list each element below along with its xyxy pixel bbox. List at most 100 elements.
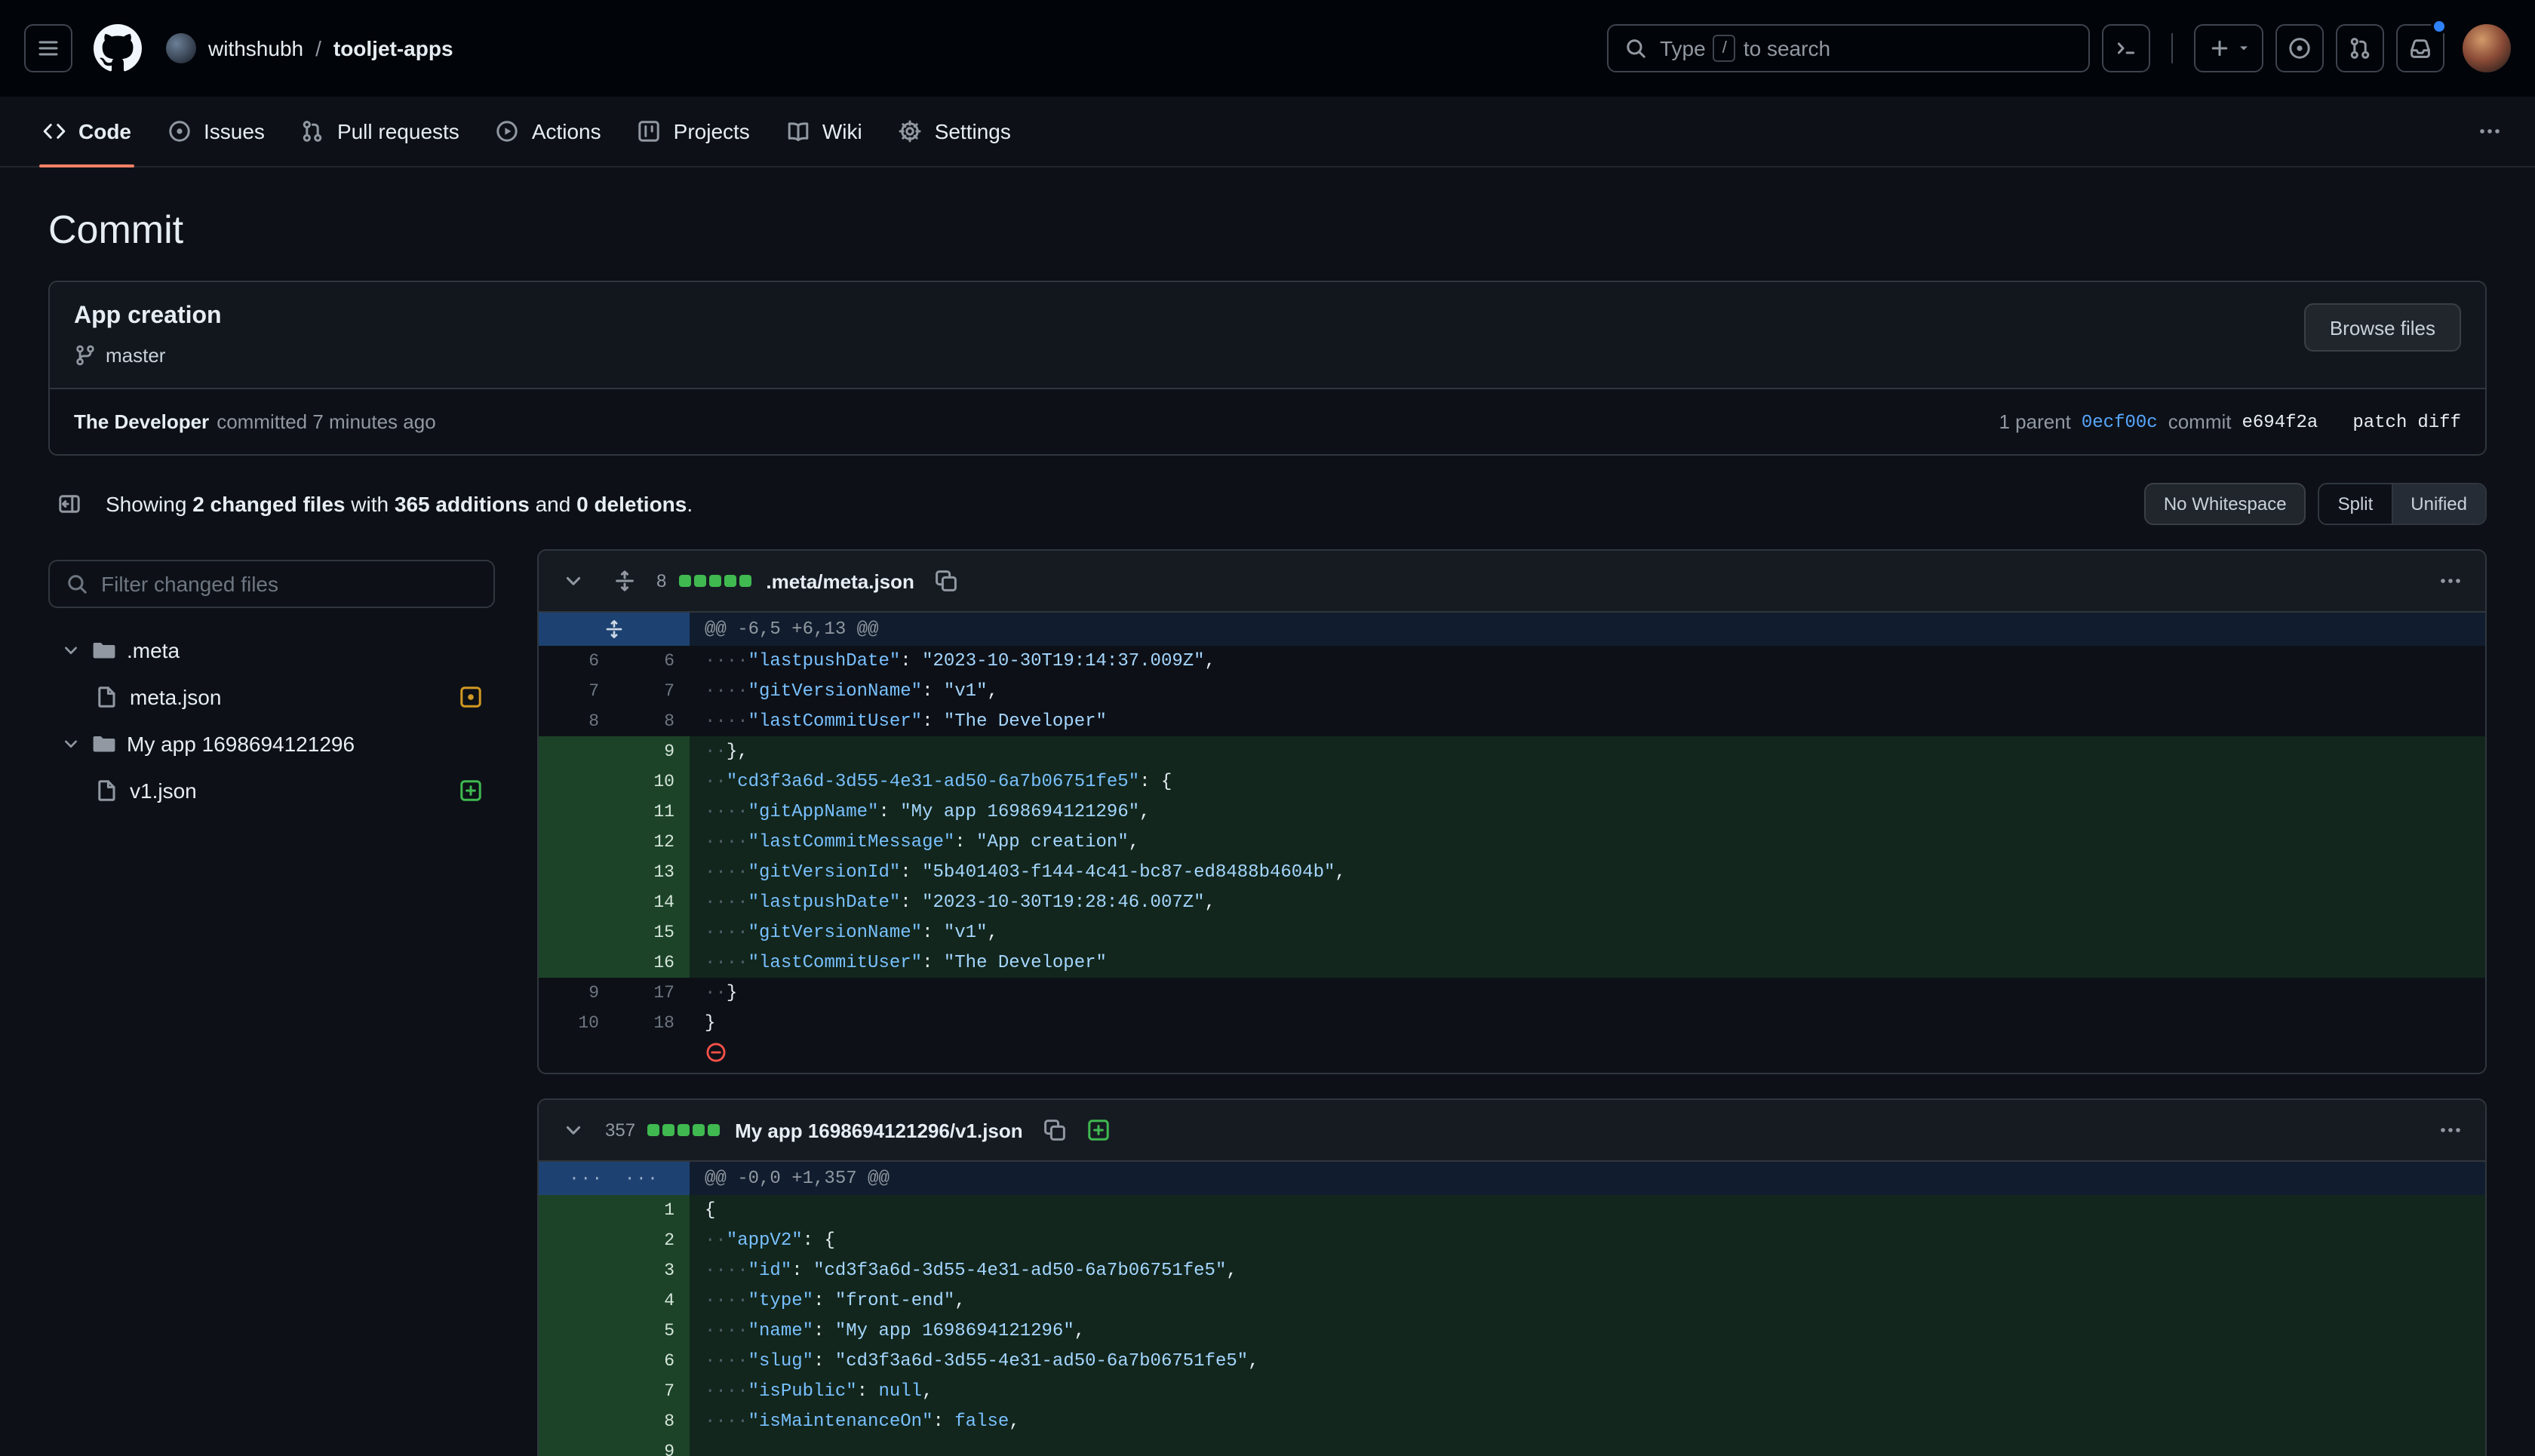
- collapse-file-tree-button[interactable]: [48, 483, 91, 525]
- old-line-number[interactable]: [539, 1225, 614, 1255]
- tab-settings[interactable]: Settings: [880, 97, 1029, 166]
- hamburger-menu-button[interactable]: [24, 24, 72, 72]
- old-line-number[interactable]: [539, 1406, 614, 1436]
- old-line-number[interactable]: [539, 1255, 614, 1286]
- old-line-number[interactable]: [539, 827, 614, 857]
- tree-item-v1-json[interactable]: v1.json: [48, 766, 495, 813]
- expand-hunk-button[interactable]: [539, 613, 690, 646]
- new-line-number[interactable]: 11: [614, 797, 690, 827]
- old-line-number[interactable]: [539, 736, 614, 766]
- diff-filename[interactable]: .meta/meta.json: [766, 570, 914, 592]
- expand-hunk-button[interactable]: ······: [539, 1162, 690, 1195]
- unfold-icon: [613, 569, 637, 593]
- code-icon: [42, 119, 66, 143]
- new-line-number[interactable]: 1: [614, 1195, 690, 1225]
- old-line-number[interactable]: 10: [539, 1008, 614, 1038]
- tree-item-meta[interactable]: .meta: [48, 626, 495, 673]
- new-line-number[interactable]: 7: [614, 676, 690, 706]
- search-input[interactable]: Type / to search: [1607, 24, 2090, 72]
- create-new-button[interactable]: [2194, 24, 2263, 72]
- user-avatar[interactable]: [2463, 24, 2511, 72]
- new-line-number[interactable]: 8: [614, 1406, 690, 1436]
- nav-overflow-button[interactable]: [2469, 110, 2511, 152]
- line-content: ··"cd3f3a6d-3d55-4e31-ad50-6a7b06751fe5"…: [690, 766, 2485, 797]
- diff-line: 1{: [539, 1195, 2485, 1225]
- new-line-number[interactable]: 16: [614, 948, 690, 978]
- tree-item-meta-json[interactable]: meta.json: [48, 673, 495, 720]
- old-line-number[interactable]: [539, 1195, 614, 1225]
- old-line-number[interactable]: [539, 1316, 614, 1346]
- branch-name[interactable]: master: [106, 344, 165, 367]
- old-line-number[interactable]: [539, 1346, 614, 1376]
- old-line-number[interactable]: [539, 1286, 614, 1316]
- new-line-number[interactable]: 17: [614, 978, 690, 1008]
- tab-label: Actions: [532, 119, 601, 143]
- whitespace-button[interactable]: No Whitespace: [2144, 483, 2306, 525]
- collapse-diff-button[interactable]: [554, 561, 593, 601]
- no-newline-row: [539, 1038, 2485, 1073]
- new-line-number[interactable]: 8: [614, 706, 690, 736]
- new-line-number[interactable]: 6: [614, 1346, 690, 1376]
- old-line-number[interactable]: [539, 887, 614, 917]
- new-line-number[interactable]: 18: [614, 1008, 690, 1038]
- copy-path-button[interactable]: [926, 561, 966, 601]
- old-line-number[interactable]: [539, 857, 614, 887]
- inbox-button[interactable]: [2396, 24, 2444, 72]
- new-line-number[interactable]: 4: [614, 1286, 690, 1316]
- old-line-number[interactable]: 8: [539, 706, 614, 736]
- old-line-number[interactable]: 9: [539, 978, 614, 1008]
- commit-author[interactable]: The Developer: [74, 410, 209, 433]
- parent-sha-link[interactable]: 0ecf00c: [2082, 411, 2158, 432]
- new-line-number[interactable]: 10: [614, 766, 690, 797]
- old-line-number[interactable]: [539, 797, 614, 827]
- old-line-number[interactable]: [539, 917, 614, 948]
- tab-actions[interactable]: Actions: [478, 97, 619, 166]
- new-line-number[interactable]: 15: [614, 917, 690, 948]
- tab-code[interactable]: Code: [24, 97, 149, 166]
- new-line-number[interactable]: 2: [614, 1225, 690, 1255]
- split-view-button[interactable]: Split: [2320, 484, 2392, 524]
- tab-pull-requests[interactable]: Pull requests: [283, 97, 478, 166]
- file-filter-input[interactable]: [101, 572, 478, 596]
- new-line-number[interactable]: 7: [614, 1376, 690, 1406]
- new-line-number[interactable]: 13: [614, 857, 690, 887]
- old-line-number[interactable]: [539, 948, 614, 978]
- new-line-number[interactable]: 12: [614, 827, 690, 857]
- new-line-number[interactable]: 3: [614, 1255, 690, 1286]
- expand-all-button[interactable]: [605, 561, 644, 601]
- pull-requests-dashboard-button[interactable]: [2336, 24, 2384, 72]
- new-line-number[interactable]: 6: [614, 646, 690, 676]
- unified-view-button[interactable]: Unified: [2391, 484, 2485, 524]
- diff-filename[interactable]: My app 1698694121296/v1.json: [735, 1119, 1023, 1141]
- diff-options-button[interactable]: [2431, 1110, 2470, 1150]
- old-line-number[interactable]: [539, 1376, 614, 1406]
- old-line-number[interactable]: [539, 1436, 614, 1456]
- old-line-number[interactable]: 6: [539, 646, 614, 676]
- diff-options-button[interactable]: [2431, 561, 2470, 601]
- patch-link[interactable]: patch: [2352, 411, 2407, 432]
- command-palette-button[interactable]: [2102, 24, 2150, 72]
- new-line-number[interactable]: 14: [614, 887, 690, 917]
- breadcrumb-owner[interactable]: withshubh: [208, 36, 303, 60]
- new-line-number[interactable]: 9: [614, 1436, 690, 1456]
- github-logo[interactable]: [94, 24, 142, 72]
- copy-path-button[interactable]: [1035, 1110, 1074, 1150]
- repo-nav: CodeIssuesPull requests Actions ProjectsWi…: [0, 97, 2535, 167]
- breadcrumb-separator: /: [315, 36, 321, 60]
- old-line-number[interactable]: 7: [539, 676, 614, 706]
- new-line-number[interactable]: 5: [614, 1316, 690, 1346]
- browse-files-button[interactable]: Browse files: [2304, 303, 2461, 352]
- hamburger-icon: [36, 36, 60, 60]
- diff-panel-meta-json: 8 .meta/meta.json @@ -6,5 +6,13 @@66····…: [537, 549, 2487, 1074]
- diff-line: 12····"lastCommitMessage": "App creation…: [539, 827, 2485, 857]
- old-line-number[interactable]: [539, 766, 614, 797]
- tree-item-my-app-1698694121296[interactable]: My app 1698694121296: [48, 720, 495, 766]
- tab-wiki[interactable]: Wiki: [768, 97, 880, 166]
- diff-link[interactable]: diff: [2417, 411, 2461, 432]
- new-line-number[interactable]: 9: [614, 736, 690, 766]
- issues-dashboard-button[interactable]: [2275, 24, 2324, 72]
- tab-projects[interactable]: Projects: [619, 97, 768, 166]
- collapse-diff-button[interactable]: [554, 1110, 593, 1150]
- tab-issues[interactable]: Issues: [149, 97, 283, 166]
- breadcrumb-repo[interactable]: tooljet-apps: [333, 36, 453, 60]
